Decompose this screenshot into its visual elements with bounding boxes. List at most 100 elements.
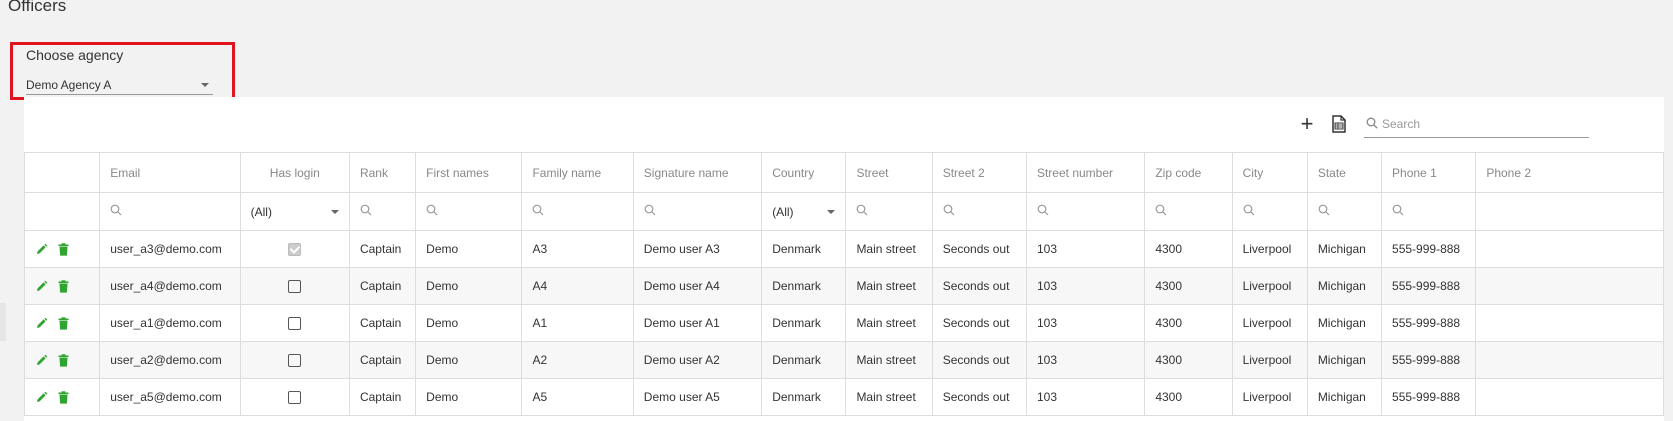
filter-cell-phone-2 bbox=[1475, 192, 1664, 231]
table-row[interactable]: user_a5@demo.com Captain Demo A5 Demo user A… bbox=[23, 378, 1664, 416]
column-header-city[interactable]: City bbox=[1231, 152, 1308, 193]
filter-cell-phone-1[interactable] bbox=[1381, 192, 1477, 231]
email-cell: user_a4@demo.com bbox=[99, 267, 241, 305]
search-input[interactable] bbox=[1380, 113, 1584, 135]
trash-icon[interactable] bbox=[58, 242, 69, 256]
rank-cell: Captain bbox=[348, 378, 417, 416]
filter-cell-first-names[interactable] bbox=[415, 192, 523, 231]
trash-icon[interactable] bbox=[58, 316, 69, 330]
filter-dropdown-has-login[interactable]: (All) bbox=[250, 194, 339, 230]
street-cell: Main street bbox=[845, 341, 933, 379]
zip-code-cell: 4300 bbox=[1144, 378, 1233, 416]
city-cell: Liverpool bbox=[1231, 267, 1308, 305]
street-2-cell: Seconds out bbox=[931, 304, 1027, 342]
column-header-street-number[interactable]: Street number bbox=[1025, 152, 1146, 193]
filter-row: (All) (All) bbox=[23, 192, 1664, 231]
filter-cell-email[interactable] bbox=[99, 192, 241, 231]
grid-search bbox=[1364, 111, 1589, 138]
filter-cell-street[interactable] bbox=[845, 192, 933, 231]
column-header-phone-2[interactable]: Phone 2 bbox=[1475, 152, 1664, 193]
column-header-street-2[interactable]: Street 2 bbox=[931, 152, 1027, 193]
has-login-cell bbox=[239, 304, 350, 342]
column-header-has-login[interactable]: Has login bbox=[239, 152, 350, 193]
column-header-first-names[interactable]: First names bbox=[415, 152, 523, 193]
family-name-cell: A5 bbox=[521, 378, 634, 416]
export-excel-button[interactable] bbox=[1326, 111, 1352, 137]
has-login-checkbox[interactable] bbox=[288, 316, 302, 330]
left-edge-tab bbox=[0, 303, 6, 341]
email-cell: user_a3@demo.com bbox=[99, 230, 241, 268]
pencil-icon[interactable] bbox=[35, 354, 48, 367]
country-cell: Denmark bbox=[761, 341, 847, 379]
trash-icon[interactable] bbox=[58, 390, 69, 404]
filter-value: (All) bbox=[250, 204, 272, 219]
filter-cell-street-2[interactable] bbox=[931, 192, 1027, 231]
table-row[interactable]: user_a3@demo.com Captain Demo A3 Demo user A… bbox=[23, 230, 1664, 268]
column-header-signature-name[interactable]: Signature name bbox=[632, 152, 763, 193]
pencil-icon[interactable] bbox=[35, 243, 48, 256]
agency-dropdown[interactable]: Demo Agency A bbox=[26, 73, 213, 95]
signature-name-cell: Demo user A1 bbox=[632, 304, 763, 342]
column-header-family-name[interactable]: Family name bbox=[521, 152, 634, 193]
filter-dropdown-country[interactable]: (All) bbox=[772, 194, 836, 230]
has-login-cell bbox=[239, 230, 350, 268]
pencil-icon[interactable] bbox=[35, 280, 48, 293]
has-login-checkbox[interactable] bbox=[288, 390, 302, 404]
country-cell: Denmark bbox=[761, 304, 847, 342]
trash-icon[interactable] bbox=[58, 353, 69, 367]
table-row[interactable]: user_a1@demo.com Captain Demo A1 Demo user A… bbox=[23, 304, 1664, 342]
city-cell: Liverpool bbox=[1231, 378, 1308, 416]
search-icon bbox=[1392, 204, 1404, 219]
filter-cell-zip-code[interactable] bbox=[1144, 192, 1233, 231]
column-header-zip-code[interactable]: Zip code bbox=[1144, 152, 1233, 193]
column-header-actions bbox=[23, 152, 101, 193]
first-names-cell: Demo bbox=[415, 267, 523, 305]
signature-name-cell: Demo user A3 bbox=[632, 230, 763, 268]
table-row[interactable]: user_a2@demo.com Captain Demo A2 Demo user A… bbox=[23, 341, 1664, 379]
column-header-phone-1[interactable]: Phone 1 bbox=[1381, 152, 1477, 193]
street-number-cell: 103 bbox=[1025, 378, 1146, 416]
chevron-down-icon bbox=[330, 210, 339, 214]
filter-cell-family-name[interactable] bbox=[521, 192, 634, 231]
column-header-country[interactable]: Country bbox=[761, 152, 847, 193]
search-icon bbox=[644, 204, 656, 219]
trash-icon[interactable] bbox=[58, 279, 69, 293]
street-cell: Main street bbox=[845, 267, 933, 305]
table-row[interactable]: user_a4@demo.com Captain Demo A4 Demo user A… bbox=[23, 267, 1664, 305]
column-header-street[interactable]: Street bbox=[845, 152, 933, 193]
has-login-cell bbox=[239, 267, 350, 305]
street-number-cell: 103 bbox=[1025, 304, 1146, 342]
pencil-icon[interactable] bbox=[35, 317, 48, 330]
search-icon bbox=[532, 204, 544, 219]
filter-cell-actions bbox=[23, 192, 101, 231]
street-2-cell: Seconds out bbox=[931, 267, 1027, 305]
filter-cell-signature-name[interactable] bbox=[632, 192, 763, 231]
zip-code-cell: 4300 bbox=[1144, 304, 1233, 342]
add-officer-button[interactable]: + bbox=[1294, 111, 1320, 137]
city-cell: Liverpool bbox=[1231, 304, 1308, 342]
search-icon bbox=[1366, 117, 1378, 129]
search-icon bbox=[360, 204, 372, 219]
pencil-icon[interactable] bbox=[35, 391, 48, 404]
phone-2-cell bbox=[1475, 304, 1664, 342]
first-names-cell: Demo bbox=[415, 341, 523, 379]
zip-code-cell: 4300 bbox=[1144, 230, 1233, 268]
has-login-checkbox[interactable] bbox=[288, 353, 302, 367]
actions-cell bbox=[23, 378, 101, 416]
state-cell: Michigan bbox=[1306, 378, 1383, 416]
column-header-state[interactable]: State bbox=[1306, 152, 1383, 193]
column-header-email[interactable]: Email bbox=[99, 152, 241, 193]
has-login-checkbox[interactable] bbox=[288, 279, 302, 293]
city-cell: Liverpool bbox=[1231, 341, 1308, 379]
has-login-checkbox[interactable] bbox=[288, 242, 302, 256]
filter-cell-has-login[interactable]: (All) bbox=[239, 192, 350, 231]
actions-cell bbox=[23, 341, 101, 379]
filter-cell-street-number[interactable] bbox=[1025, 192, 1146, 231]
actions-cell bbox=[23, 267, 101, 305]
filter-cell-city[interactable] bbox=[1231, 192, 1308, 231]
street-cell: Main street bbox=[845, 230, 933, 268]
column-header-rank[interactable]: Rank bbox=[348, 152, 417, 193]
filter-cell-state[interactable] bbox=[1306, 192, 1383, 231]
filter-cell-country[interactable]: (All) bbox=[761, 192, 847, 231]
filter-cell-rank[interactable] bbox=[348, 192, 417, 231]
